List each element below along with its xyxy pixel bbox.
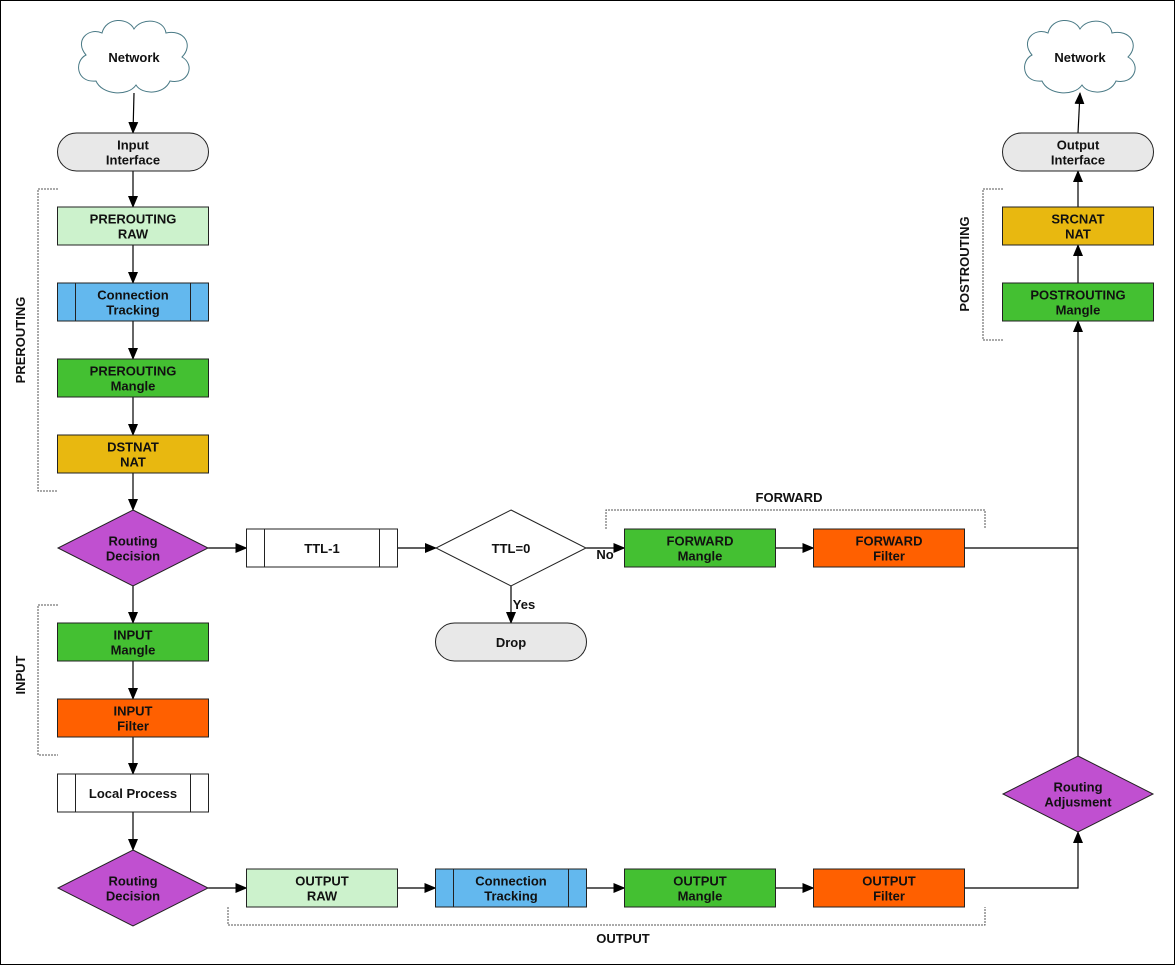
node-label: Connection <box>97 288 169 303</box>
node-label: Decision <box>106 549 160 564</box>
node-output-interface: OutputInterface <box>1002 132 1154 172</box>
connector-arrow <box>1074 92 1085 134</box>
node-label: Routing <box>108 874 157 889</box>
node-label: Routing <box>108 534 157 549</box>
node-label: Decision <box>106 889 160 904</box>
edge-label-yes: Yes <box>513 597 535 612</box>
node-label: TTL=0 <box>492 541 531 556</box>
prerouting-group-bracket <box>37 188 58 492</box>
node-drop: Drop <box>435 622 587 662</box>
node-input-interface: InputInterface <box>57 132 209 172</box>
node-label: NAT <box>120 455 146 470</box>
node-prerouting-mangle: PREROUTINGMangle <box>57 358 209 398</box>
node-label: Interface <box>106 153 160 168</box>
node-prerouting-raw: PREROUTINGRAW <box>57 206 209 246</box>
node-input-mangle: INPUTMangle <box>57 622 209 662</box>
input-group-bracket <box>37 604 58 756</box>
node-label: Mangle <box>678 889 723 904</box>
node-output-filter: OUTPUTFilter <box>813 868 965 908</box>
node-label: Tracking <box>484 889 538 904</box>
node-label: Network <box>1054 50 1106 65</box>
node-label: DSTNAT <box>107 440 159 455</box>
node-label: TTL-1 <box>304 541 339 556</box>
node-label: Interface <box>1051 153 1105 168</box>
edge-label-no: No <box>596 547 613 562</box>
connector-arrow <box>964 831 1083 889</box>
node-label: Local Process <box>89 786 177 801</box>
node-output-raw: OUTPUTRAW <box>246 868 398 908</box>
node-label: SRCNAT <box>1051 212 1104 227</box>
group-label-prerouting: PREROUTING <box>13 297 28 384</box>
node-forward-mangle: FORWARDMangle <box>624 528 776 568</box>
postrouting-group-bracket <box>982 188 1003 341</box>
node-label: OUTPUT <box>295 874 349 889</box>
node-ttl-check: TTL=0 <box>434 509 588 587</box>
node-label: PREROUTING <box>90 212 177 227</box>
group-label-input: INPUT <box>13 655 28 694</box>
node-dstnat: DSTNATNAT <box>57 434 209 474</box>
node-label: INPUT <box>114 704 153 719</box>
node-label: Network <box>108 50 160 65</box>
group-label-postrouting: POSTROUTING <box>957 216 972 311</box>
node-label: Adjusment <box>1044 795 1112 810</box>
node-label: OUTPUT <box>673 874 727 889</box>
node-label: Mangle <box>678 549 723 564</box>
node-label: FORWARD <box>856 534 923 549</box>
connector-arrow <box>128 92 139 134</box>
node-label: FORWARD <box>667 534 734 549</box>
cloud-icon: Network <box>1024 20 1136 94</box>
node-label: Drop <box>496 635 526 650</box>
node-srcnat: SRCNATNAT <box>1002 206 1154 246</box>
node-label: NAT <box>1065 227 1091 242</box>
packet-flow-diagram: No Yes PREROUTING INPUT POSTROUTING FORWARD OU… <box>13 20 1155 946</box>
node-label: Output <box>1057 138 1100 153</box>
node-label: Filter <box>873 549 905 564</box>
node-input-filter: INPUTFilter <box>57 698 209 738</box>
node-label: Tracking <box>106 303 160 318</box>
node-label: Mangle <box>111 643 156 658</box>
group-label-output: OUTPUT <box>596 931 650 946</box>
node-label: PREROUTING <box>90 364 177 379</box>
node-label: Filter <box>873 889 905 904</box>
node-label: OUTPUT <box>862 874 916 889</box>
node-label: RAW <box>307 889 338 904</box>
node-routing-adjustment: RoutingAdjusment <box>1001 755 1155 833</box>
output-group-bracket <box>227 907 986 926</box>
forward-group-bracket <box>605 509 986 529</box>
node-output-mangle: OUTPUTMangle <box>624 868 776 908</box>
node-label: RAW <box>118 227 149 242</box>
node-output-conntrack: ConnectionTracking <box>435 868 587 908</box>
node-routing-decision-1: RoutingDecision <box>56 509 210 587</box>
cloud-icon: Network <box>78 20 190 94</box>
node-label: Filter <box>117 719 149 734</box>
node-label: Routing <box>1053 780 1102 795</box>
node-label: INPUT <box>114 628 153 643</box>
node-label: POSTROUTING <box>1030 288 1125 303</box>
node-label: Input <box>117 138 149 153</box>
node-label: Mangle <box>1056 303 1101 318</box>
node-label: Mangle <box>111 379 156 394</box>
node-routing-decision-2: RoutingDecision <box>56 849 210 927</box>
node-postrouting-mangle: POSTROUTINGMangle <box>1002 282 1154 322</box>
node-ttl-minus-1: TTL-1 <box>246 528 398 568</box>
group-label-forward: FORWARD <box>756 490 823 505</box>
node-prerouting-conntrack: ConnectionTracking <box>57 282 209 322</box>
node-forward-filter: FORWARDFilter <box>813 528 965 568</box>
node-local-process: Local Process <box>57 773 209 813</box>
node-label: Connection <box>475 874 547 889</box>
